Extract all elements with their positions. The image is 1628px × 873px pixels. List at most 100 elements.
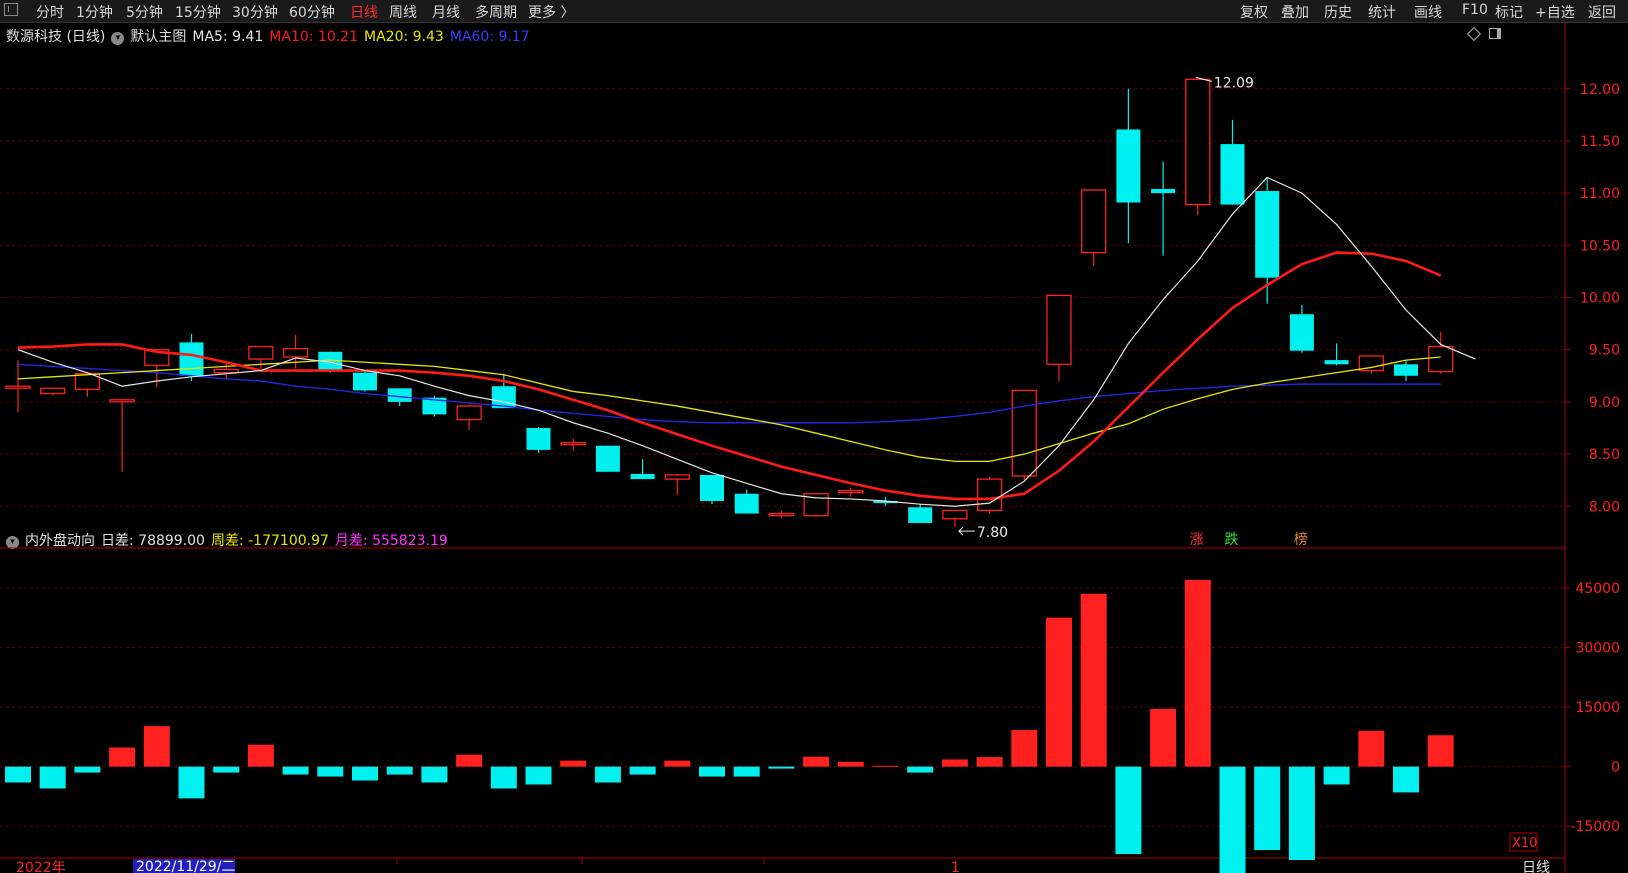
- toolbar-period-9[interactable]: 多周期: [475, 2, 517, 22]
- candle-body: [1394, 364, 1418, 376]
- volume-diff-bar: [74, 766, 101, 773]
- candle-body: [768, 512, 795, 517]
- volume-diff-bar: [282, 766, 309, 775]
- toolbar-tool-3[interactable]: 统计: [1368, 2, 1396, 22]
- candle-body: [74, 373, 101, 391]
- toolbar-period-3[interactable]: 15分钟: [175, 2, 221, 22]
- toolbar-tool-5[interactable]: F10: [1462, 2, 1488, 18]
- volume-diff-bar: [1219, 766, 1246, 873]
- candle-body: [942, 509, 968, 520]
- candle-body: [179, 342, 204, 376]
- volume-diff-bar: [143, 726, 170, 767]
- candle-body: [1011, 389, 1037, 477]
- volume-diff-bar: [386, 766, 413, 775]
- candle-body: [248, 345, 274, 360]
- candle-body: [213, 368, 239, 374]
- candle-body: [838, 489, 864, 494]
- volume-diff-bar: [1254, 766, 1281, 851]
- toolbar-tool-4[interactable]: 画线: [1414, 2, 1442, 22]
- candle-body: [40, 387, 66, 395]
- volume-diff-bar: [594, 766, 621, 783]
- volume-diff-bar: [976, 757, 1003, 767]
- ma20-line: [17, 356, 1441, 463]
- candle-body: [700, 474, 724, 502]
- toolbar-period-10[interactable]: 更多 〉: [528, 2, 574, 22]
- volume-diff-bar: [1323, 766, 1350, 785]
- ma60-line: [17, 363, 1441, 424]
- ma60-value: MA60: 9.17: [449, 29, 530, 45]
- candle-body: [1220, 144, 1245, 205]
- volume-diff-bar: [1427, 735, 1454, 767]
- toolbar-period-7[interactable]: 周线: [389, 2, 417, 22]
- price-tick-label: 9.00: [1589, 395, 1620, 411]
- volume-diff-bar: [560, 760, 587, 767]
- volume-diff-bar: [664, 760, 691, 767]
- candle-body: [630, 473, 655, 480]
- candle-body: [1185, 78, 1211, 206]
- month-label: 1: [951, 860, 960, 873]
- cursor-date-label: 2022/11/29/二: [136, 859, 235, 873]
- volume-diff-bar: [213, 766, 240, 773]
- toolbar-tool-8[interactable]: 返回: [1588, 2, 1616, 22]
- ma10-value: MA10: 10.21: [269, 29, 358, 45]
- candle-body: [595, 445, 620, 472]
- volume-diff-bar: [768, 766, 795, 769]
- price-tick-label: 11.00: [1580, 186, 1620, 202]
- volume-diff-bar: [247, 744, 274, 767]
- multiplier-label: X10: [1512, 836, 1537, 851]
- toolbar-tool-7[interactable]: +自选: [1535, 2, 1575, 22]
- volume-diff-bar: [1184, 579, 1211, 767]
- volume-diff-bar: [317, 766, 344, 777]
- chevron-down-icon[interactable]: ▾: [111, 32, 125, 45]
- volume-diff-bar: [421, 766, 448, 783]
- candle-body: [387, 388, 412, 402]
- candle-body: [422, 397, 447, 415]
- volume-diff-bar: [178, 766, 205, 799]
- diamond-icon[interactable]: [1466, 26, 1482, 42]
- toolbar-tool-6[interactable]: 标记: [1495, 2, 1523, 22]
- volume-diff-bar: [699, 766, 725, 777]
- candle-body: [456, 405, 482, 421]
- toolbar-period-4[interactable]: 30分钟: [232, 2, 278, 22]
- stock-title[interactable]: 数源科技 (日线): [6, 29, 105, 45]
- ma20-value: MA20: 9.43: [364, 29, 444, 45]
- volume-diff-bar: [109, 747, 136, 767]
- volume-tick-label: 30000: [1575, 640, 1620, 656]
- sub-chart-legend: ▾ 内外盘动向 日差: 78899.00 周差: -177100.97 月差: 5558…: [6, 530, 454, 550]
- volume-diff-bar: [525, 766, 552, 785]
- panel-toggle-icon[interactable]: [1489, 28, 1501, 39]
- volume-diff-bar: [1358, 730, 1385, 767]
- candle-body: [353, 372, 377, 391]
- volume-diff-bar: [490, 766, 517, 789]
- toolbar-tool-0[interactable]: 复权: [1240, 2, 1268, 22]
- main-chart-name[interactable]: 默认主图: [130, 29, 186, 45]
- toolbar-period-1[interactable]: 1分钟: [76, 2, 113, 22]
- toolbar-tool-2[interactable]: 历史: [1324, 2, 1352, 22]
- volume-tick-label: 0: [1611, 760, 1620, 776]
- toolbar-period-6[interactable]: 日线: [350, 2, 378, 22]
- indicator-name[interactable]: 内外盘动向: [25, 533, 95, 549]
- candle-body: [908, 507, 933, 523]
- candle-body: [1081, 189, 1107, 254]
- candle-body: [664, 474, 690, 480]
- period-label: 日线: [1522, 860, 1550, 873]
- weekly-diff: 周差: -177100.97: [210, 533, 329, 549]
- stock-chart[interactable]: 8.00 8.50 9.00 9.50 10.00 10.50 11.00 11.50 12.0…: [0, 0, 1628, 873]
- toolbar-tool-1[interactable]: 叠加: [1281, 2, 1309, 22]
- monthly-diff: 月差: 555823.19: [334, 533, 448, 549]
- volume-diff-bar: [1150, 709, 1177, 767]
- window-menu-icon[interactable]: [4, 3, 18, 16]
- candle-body: [109, 399, 135, 403]
- daily-diff: 日差: 78899.00: [101, 533, 205, 549]
- toolbar-period-2[interactable]: 5分钟: [126, 2, 163, 22]
- candle-body: [1255, 191, 1280, 278]
- toolbar-period-0[interactable]: 分时: [36, 2, 64, 22]
- candle-body: [976, 478, 1003, 512]
- event-marker-bang: 榜: [1294, 531, 1308, 548]
- ma5-value: MA5: 9.41: [192, 29, 264, 45]
- chevron-down-icon[interactable]: ▾: [6, 536, 19, 549]
- candle-body: [1046, 294, 1072, 365]
- toolbar-period-8[interactable]: 月线: [432, 2, 460, 22]
- high-price-label: 12.09: [1214, 75, 1254, 91]
- toolbar-period-5[interactable]: 60分钟: [289, 2, 335, 22]
